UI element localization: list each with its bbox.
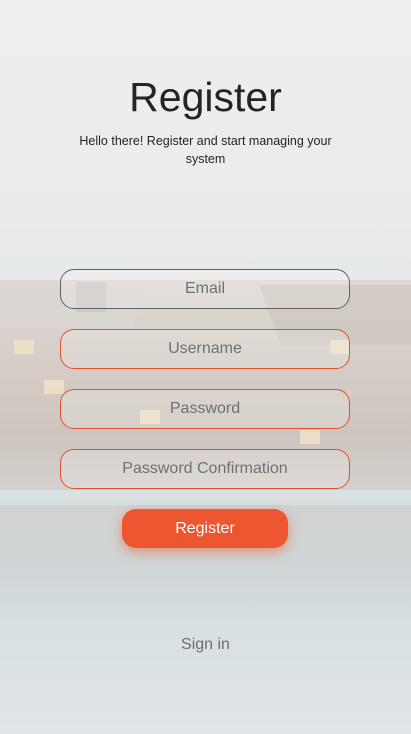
register-button[interactable]: Register (122, 509, 288, 548)
password-confirmation-field[interactable] (60, 449, 350, 489)
email-field[interactable] (60, 269, 350, 309)
password-field[interactable] (60, 389, 350, 429)
username-field[interactable] (60, 329, 350, 369)
page-subtitle: Hello there! Register and start managing… (79, 134, 332, 166)
sign-in-link[interactable]: Sign in (0, 636, 411, 654)
register-screen: Register Hello there! Register and start… (0, 0, 411, 734)
page-title: Register (129, 74, 282, 120)
